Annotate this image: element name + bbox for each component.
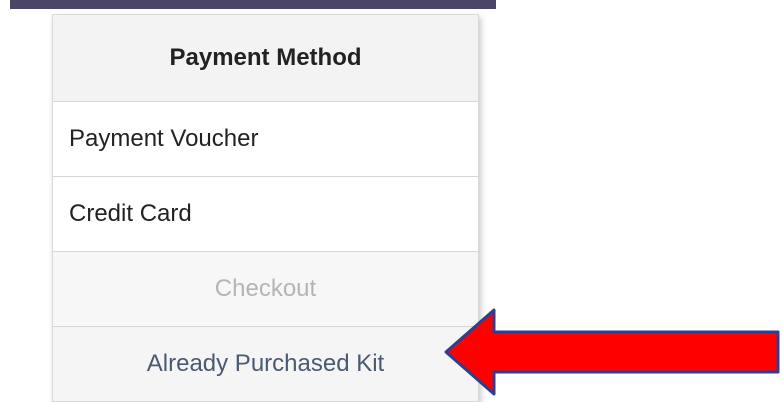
- top-bar: [10, 0, 496, 9]
- payment-method-header: Payment Method: [53, 15, 478, 102]
- menu-item-payment-voucher[interactable]: Payment Voucher: [53, 102, 478, 177]
- menu-item-credit-card[interactable]: Credit Card: [53, 177, 478, 252]
- checkout-button[interactable]: Checkout: [53, 252, 478, 327]
- red-arrow-left-icon: [444, 308, 780, 396]
- payment-method-dropdown: Payment Method Payment Voucher Credit Ca…: [52, 14, 479, 402]
- red-arrow-shape: [444, 308, 780, 396]
- already-purchased-kit-button[interactable]: Already Purchased Kit: [53, 327, 478, 401]
